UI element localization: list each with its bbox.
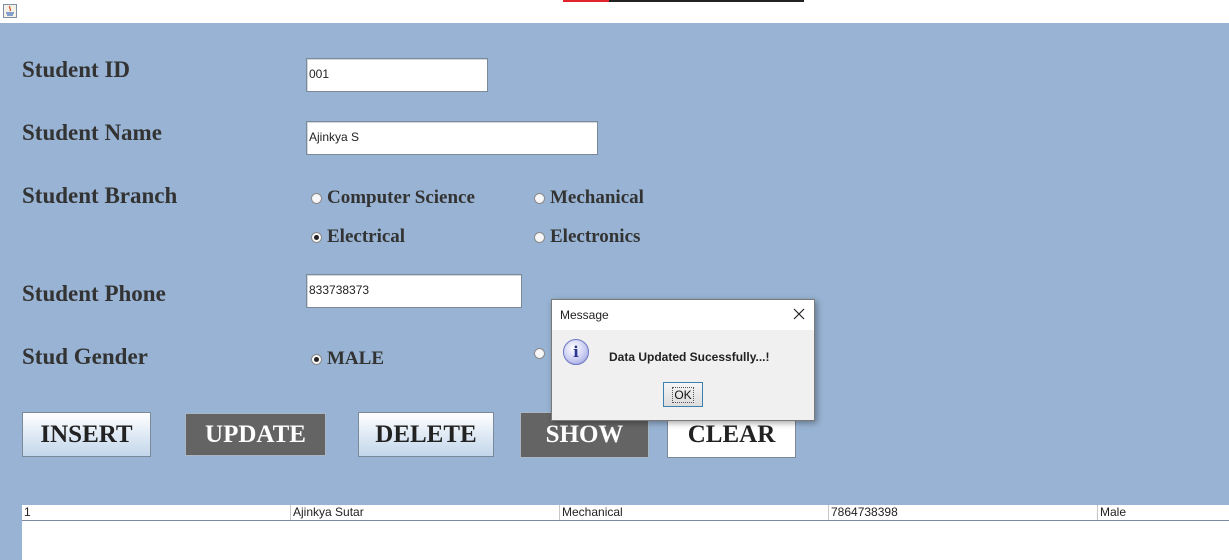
radio-label: Computer Science (327, 187, 475, 208)
main-panel: Student ID 001 Student Name Ajinkya S St… (0, 23, 1229, 560)
update-button[interactable]: UPDATE (185, 413, 326, 456)
student-branch-label: Student Branch (22, 183, 178, 208)
dialog-title: Message (560, 308, 609, 322)
title-accent-red (563, 0, 609, 2)
dialog-message: Data Updated Sucessfully...! (609, 350, 770, 364)
radio-gender-male[interactable]: MALE (311, 348, 384, 370)
radio-gender-female[interactable] (534, 348, 550, 359)
table-cell-id: 1 (22, 505, 291, 520)
table-row[interactable]: 1 Ajinkya Sutar Mechanical 7864738398 Ma… (22, 505, 1229, 521)
radio-electrical[interactable]: Electrical (311, 226, 405, 248)
table-cell-gender: Male (1100, 505, 1127, 519)
stud-gender-label: Stud Gender (22, 344, 148, 369)
ok-button[interactable]: OK (663, 382, 703, 407)
radio-dot (534, 231, 545, 243)
student-id-field[interactable]: 001 (306, 58, 488, 92)
close-icon[interactable] (792, 307, 806, 321)
student-phone-field[interactable]: 833738373 (306, 274, 522, 308)
window-titlebar (0, 0, 1229, 23)
insert-button[interactable]: INSERT (22, 412, 151, 457)
radio-label: Electrical (327, 226, 406, 247)
table-cell-name: Ajinkya Sutar (291, 505, 560, 520)
table-cell-branch: Mechanical (560, 505, 829, 520)
title-accent-dark (609, 0, 804, 2)
table-cell-phone: 7864738398 (829, 505, 1098, 520)
java-app-icon (3, 4, 17, 18)
radio-label: Mechanical (550, 187, 644, 208)
radio-dot-selected (311, 231, 322, 243)
student-name-field[interactable]: Ajinkya S (306, 121, 598, 155)
info-icon: i (563, 339, 589, 365)
student-phone-label: Student Phone (22, 281, 166, 306)
delete-button[interactable]: DELETE (358, 412, 494, 457)
radio-dot (534, 348, 545, 359)
radio-electronics[interactable]: Electronics (534, 226, 640, 248)
radio-dot-selected (311, 353, 322, 365)
dialog-titlebar: Message (552, 300, 814, 330)
radio-label: MALE (327, 348, 384, 369)
message-dialog: Message i Data Updated Sucessfully...! O… (551, 299, 815, 421)
student-table: 1 Ajinkya Sutar Mechanical 7864738398 Ma… (22, 505, 1229, 560)
radio-dot (534, 192, 545, 204)
radio-mechanical[interactable]: Mechanical (534, 187, 644, 209)
radio-computer-science[interactable]: Computer Science (311, 187, 475, 209)
student-id-label: Student ID (22, 57, 131, 82)
ok-button-label: OK (672, 386, 694, 403)
radio-dot (311, 192, 322, 204)
radio-label: Electronics (550, 226, 641, 247)
student-name-label: Student Name (22, 120, 162, 145)
